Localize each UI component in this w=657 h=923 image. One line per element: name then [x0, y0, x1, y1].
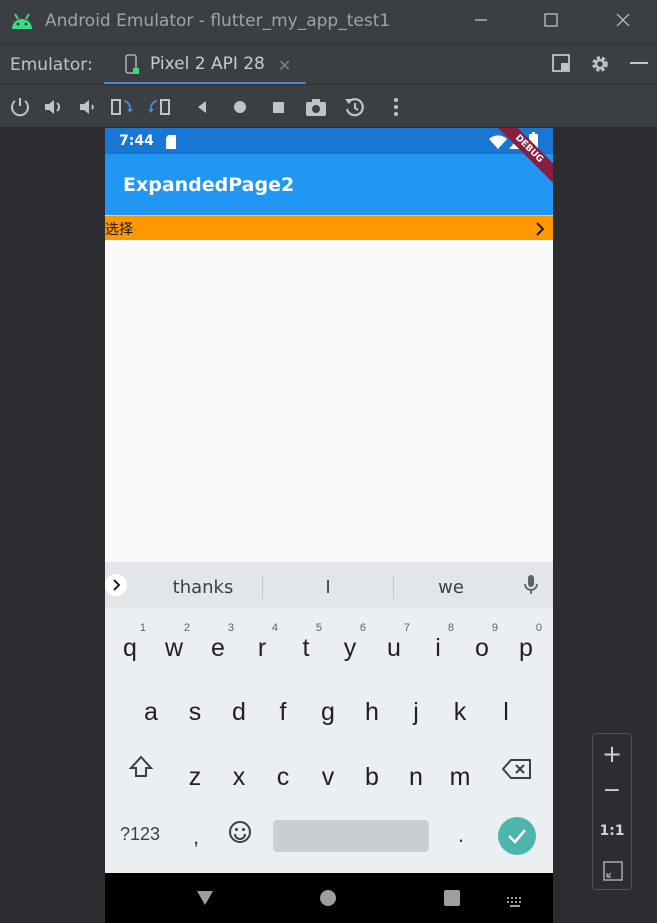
device-screen[interactable]: 7:44 ExpandedPage2 DEBUG 选择 thanks I we …: [105, 128, 553, 923]
key-z[interactable]: z: [175, 747, 215, 797]
zoom-out-button[interactable]: −: [593, 778, 631, 803]
soft-keyboard: thanks I we 1q 2w 3e 4r 5t 6y 7u 8i 9o 0…: [105, 562, 553, 873]
android-icon: [10, 11, 34, 35]
emulator-label: Emulator:: [10, 55, 93, 75]
backspace-key[interactable]: [499, 758, 535, 788]
suggestion-1[interactable]: thanks: [157, 577, 249, 598]
shift-key[interactable]: [119, 754, 163, 794]
select-label: 选择: [105, 222, 133, 238]
chevron-right-icon: [535, 221, 545, 240]
enter-key[interactable]: [498, 817, 536, 855]
suggestion-divider: [262, 575, 263, 599]
zoom-in-button[interactable]: +: [593, 740, 631, 768]
emulator-toolbar: [0, 84, 657, 127]
tab-pixel-2[interactable]: Pixel 2 API 28 ✕: [104, 45, 306, 85]
key-e[interactable]: 3e: [198, 618, 238, 668]
key-c[interactable]: c: [263, 747, 303, 797]
layout-icon[interactable]: [551, 53, 571, 77]
tab-label: Pixel 2 API 28: [150, 54, 265, 74]
rotate-left-icon[interactable]: [110, 95, 134, 119]
key-d[interactable]: d: [219, 682, 259, 732]
microphone-icon[interactable]: [523, 574, 539, 600]
key-q[interactable]: 1q: [110, 618, 150, 668]
camera-icon[interactable]: [304, 95, 328, 119]
symbols-key[interactable]: ?123: [113, 824, 167, 850]
volume-up-icon[interactable]: [42, 95, 66, 119]
expand-suggestions-icon[interactable]: [105, 574, 127, 596]
emulator-tab-bar: Emulator: Pixel 2 API 28 ✕: [0, 44, 657, 85]
key-a[interactable]: a: [131, 682, 171, 732]
minimize-panel-icon[interactable]: [629, 53, 649, 77]
suggestion-2[interactable]: I: [285, 577, 371, 598]
fit-screen-icon[interactable]: [603, 861, 623, 885]
minimize-button[interactable]: [466, 8, 496, 36]
zoom-panel: + − 1:1: [592, 733, 632, 890]
key-i[interactable]: 8i: [418, 618, 458, 668]
key-h[interactable]: h: [352, 682, 392, 732]
volume-down-icon[interactable]: [76, 95, 100, 119]
key-f[interactable]: f: [263, 682, 303, 732]
snapshot-icon[interactable]: [343, 95, 367, 119]
key-p[interactable]: 0p: [506, 618, 546, 668]
home-icon[interactable]: [228, 95, 252, 119]
key-t[interactable]: 5t: [286, 618, 326, 668]
key-b[interactable]: b: [352, 747, 392, 797]
close-button[interactable]: [608, 8, 638, 36]
suggestion-3[interactable]: we: [405, 577, 497, 598]
nav-overview-icon[interactable]: [444, 890, 460, 910]
comma-key[interactable]: ,: [185, 824, 207, 850]
rotate-right-icon[interactable]: [148, 95, 172, 119]
space-key[interactable]: [273, 820, 429, 852]
tab-close-icon[interactable]: ✕: [278, 56, 291, 75]
key-s[interactable]: s: [175, 682, 215, 732]
app-bar: ExpandedPage2: [105, 154, 553, 215]
power-icon[interactable]: [8, 95, 32, 119]
sd-card-icon: [165, 134, 177, 153]
key-n[interactable]: n: [396, 747, 436, 797]
phone-icon: [124, 54, 140, 80]
status-time: 7:44: [119, 133, 154, 149]
key-u[interactable]: 7u: [374, 618, 414, 668]
key-g[interactable]: g: [308, 682, 348, 732]
nav-back-icon[interactable]: [196, 890, 214, 910]
select-row[interactable]: 选择: [105, 216, 553, 240]
suggestion-strip: thanks I we: [105, 562, 553, 608]
maximize-button[interactable]: [536, 8, 566, 36]
page-title: ExpandedPage2: [123, 174, 295, 196]
window-title: Android Emulator - flutter_my_app_test1: [45, 11, 391, 31]
key-o[interactable]: 9o: [462, 618, 502, 668]
suggestion-divider: [393, 575, 394, 599]
key-k[interactable]: k: [440, 682, 480, 732]
actual-size-button[interactable]: 1:1: [593, 823, 631, 839]
backspace-icon: [501, 759, 532, 784]
key-l[interactable]: l: [486, 682, 526, 732]
gear-icon[interactable]: [589, 53, 611, 79]
key-r[interactable]: 4r: [242, 618, 282, 668]
keyboard-switch-icon[interactable]: [506, 893, 524, 912]
back-icon[interactable]: [190, 95, 214, 119]
key-m[interactable]: m: [440, 747, 480, 797]
shift-icon: [128, 755, 154, 784]
navigation-bar: [105, 873, 553, 923]
key-w[interactable]: 2w: [154, 618, 194, 668]
wifi-icon: [489, 134, 507, 153]
key-j[interactable]: j: [396, 682, 436, 732]
emoji-icon: [228, 821, 252, 848]
key-y[interactable]: 6y: [330, 618, 370, 668]
overview-icon[interactable]: [266, 95, 290, 119]
more-icon[interactable]: [384, 95, 408, 119]
status-bar: 7:44: [105, 128, 553, 154]
nav-home-icon[interactable]: [320, 890, 336, 910]
key-v[interactable]: v: [308, 747, 348, 797]
period-key[interactable]: .: [451, 822, 471, 848]
window-title-bar: Android Emulator - flutter_my_app_test1: [0, 0, 657, 44]
key-x[interactable]: x: [219, 747, 259, 797]
emoji-key[interactable]: [227, 820, 253, 850]
checkmark-icon: [498, 829, 536, 859]
